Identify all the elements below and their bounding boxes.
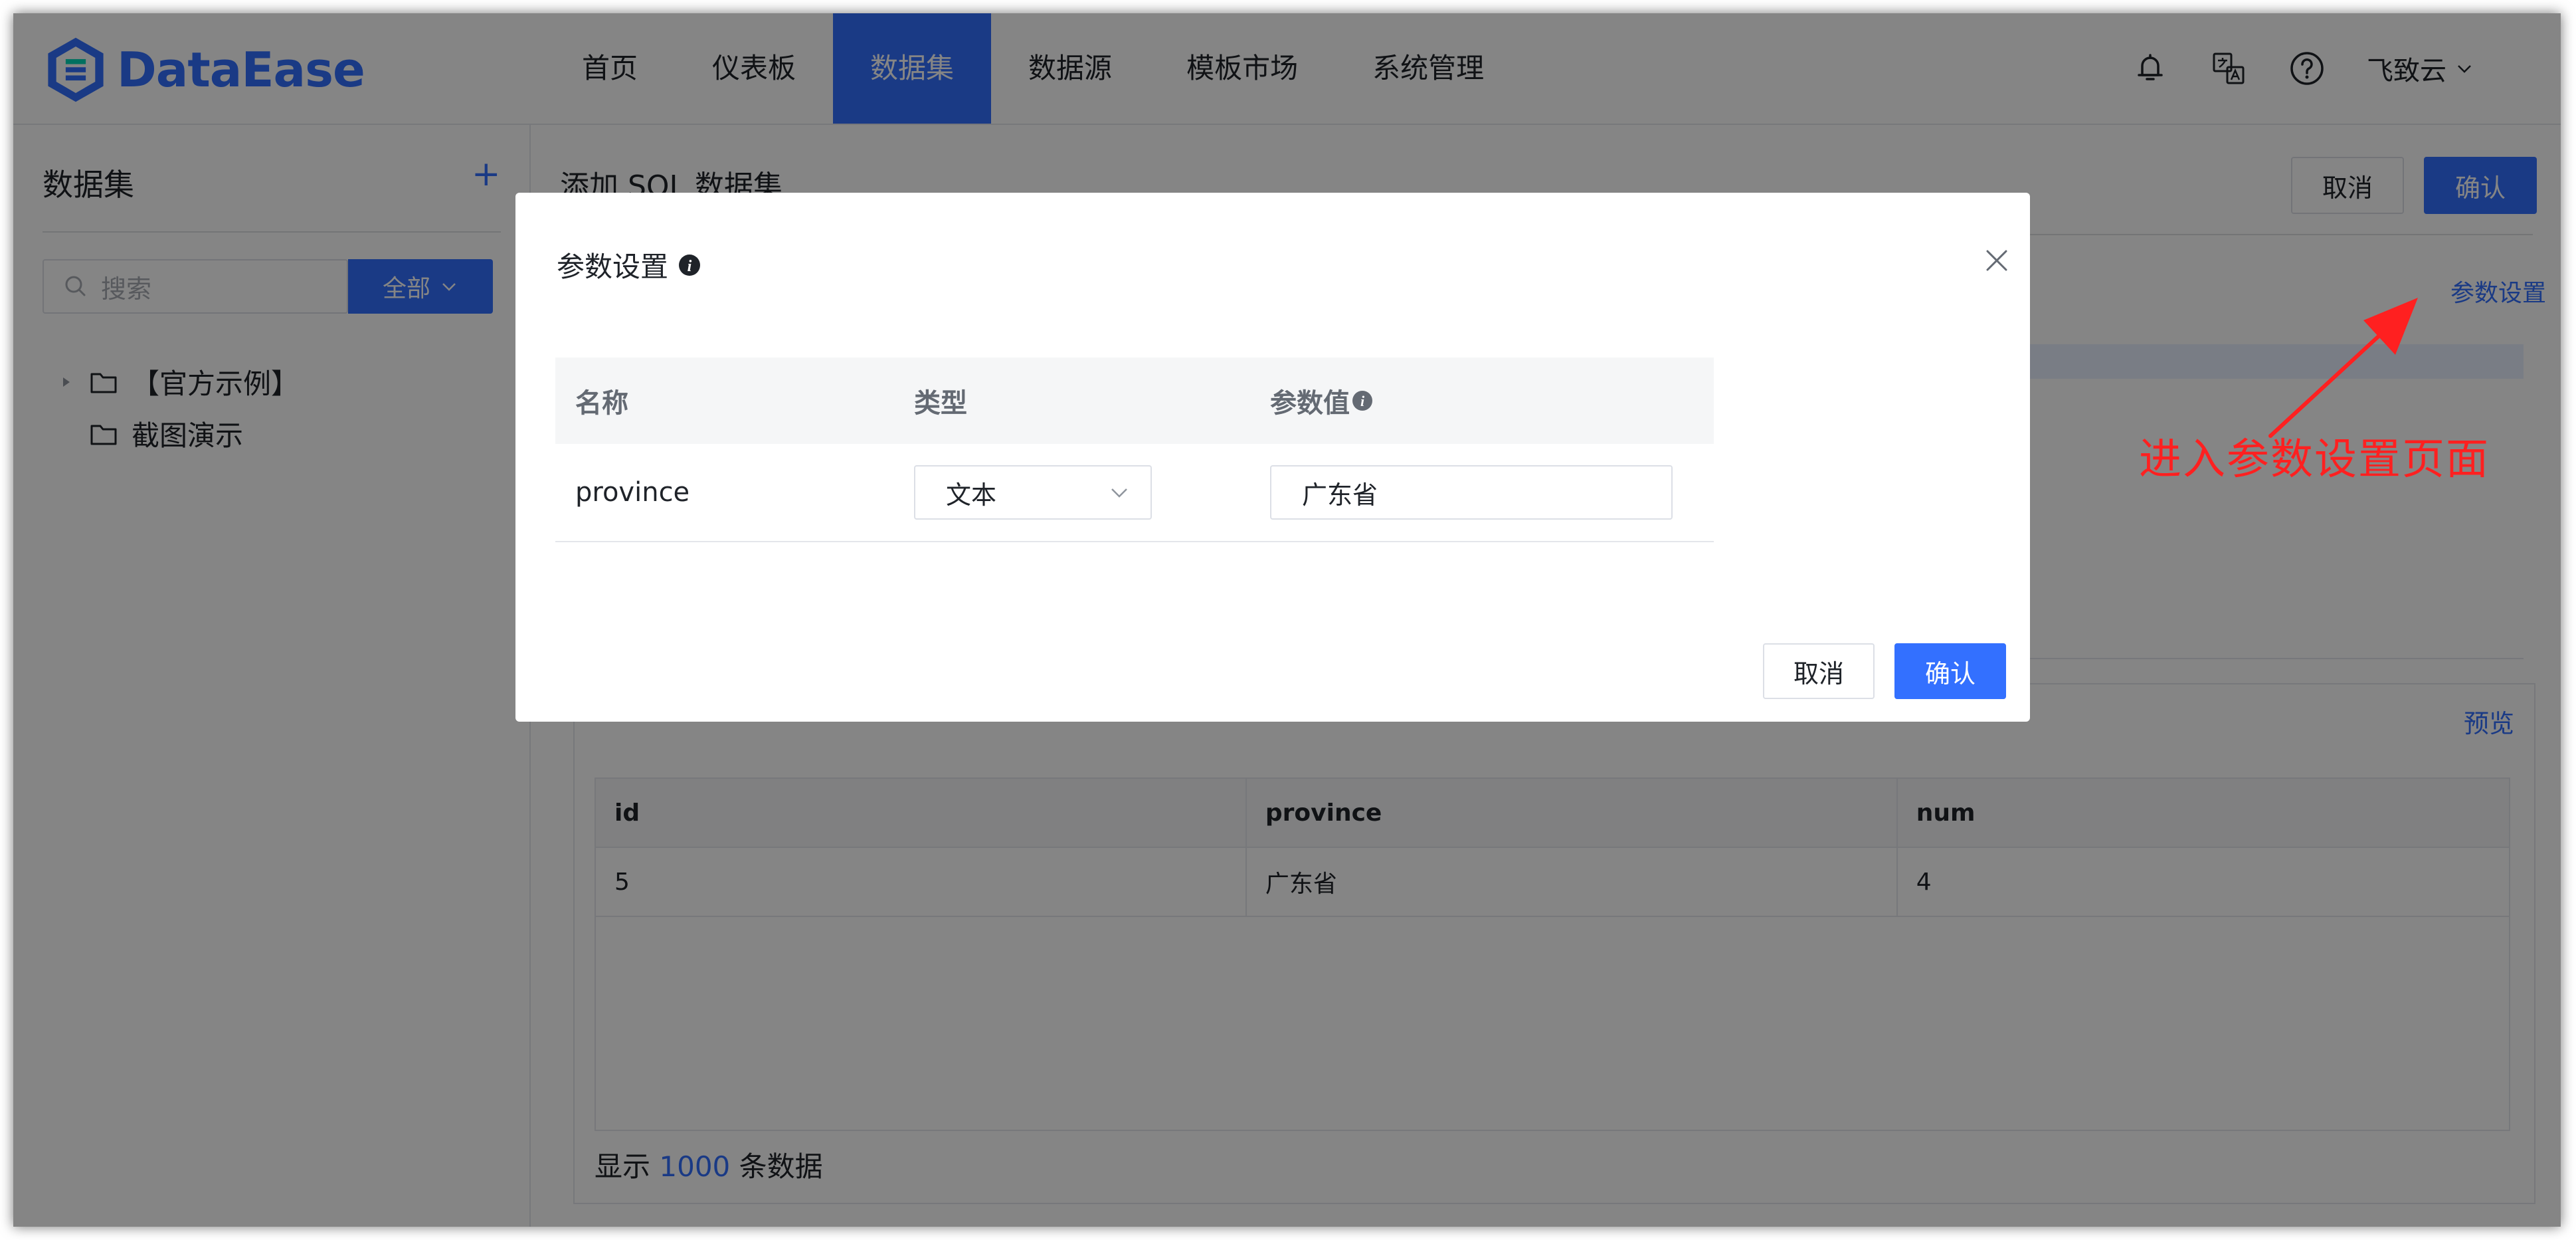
param-value-cell: 广东省 [1270, 465, 1714, 520]
param-type-value: 文本 [946, 480, 997, 510]
svg-text:i: i [688, 258, 692, 275]
dialog-title-text: 参数设置 [557, 251, 669, 283]
app-window: DataEase 首页 仪表板 数据集 数据源 模板市场 系统管理 飞致云 数据… [13, 13, 2561, 1227]
param-row: province 文本 广东省 [555, 444, 1714, 542]
column-header-type: 类型 [914, 388, 967, 419]
annotation-text: 进入参数设置页面 [2139, 435, 2490, 484]
param-table-header: 名称 类型 参数值 i [555, 358, 1714, 444]
param-type-select[interactable]: 文本 [914, 465, 1152, 520]
info-icon[interactable]: i [1351, 389, 1374, 412]
param-value-input[interactable]: 广东省 [1270, 465, 1673, 520]
param-settings-dialog: 参数设置 i 名称 类型 参数值 i province 文本 广东省 取消 确认 [515, 193, 2030, 722]
column-header-value: 参数值 i [1270, 381, 1714, 420]
param-name: province [575, 477, 690, 508]
column-header-name: 名称 [575, 388, 628, 419]
dialog-title: 参数设置 i [557, 245, 701, 285]
annotation-arrow-icon [2268, 298, 2418, 438]
close-icon[interactable] [1983, 247, 2010, 274]
dialog-cancel-button[interactable]: 取消 [1763, 643, 1875, 699]
dialog-confirm-button[interactable]: 确认 [1894, 643, 2006, 699]
column-header-value-text: 参数值 [1270, 388, 1350, 419]
param-type-cell: 文本 [913, 465, 1270, 520]
param-table: 名称 类型 参数值 i province 文本 广东省 [555, 358, 1714, 542]
svg-text:i: i [1360, 393, 1365, 409]
info-icon[interactable]: i [678, 253, 701, 277]
chevron-down-icon [1111, 488, 1127, 498]
